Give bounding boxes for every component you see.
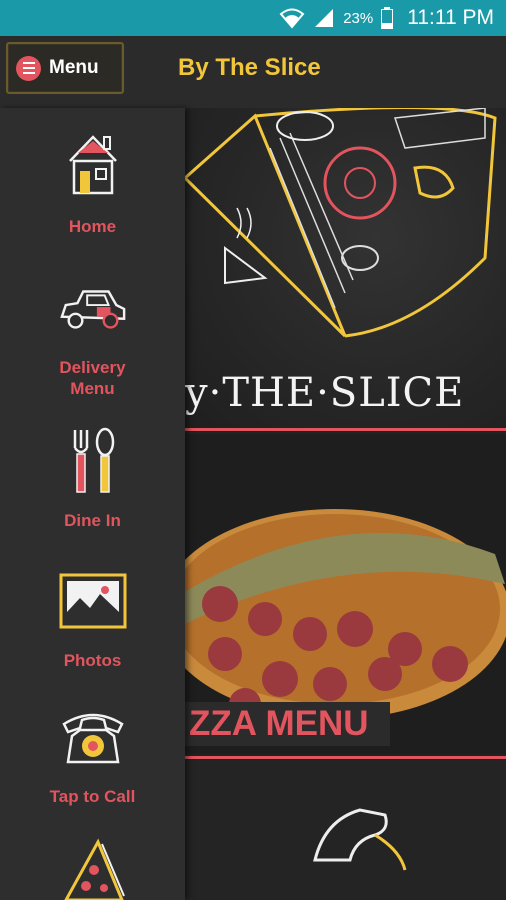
drawer-item-dine-in[interactable]: Dine In (0, 426, 185, 531)
nav-drawer: Home Delivery Menu Dine In Photos Tap to… (0, 108, 185, 900)
fork-spoon-icon (58, 426, 128, 496)
pizza-slice-icon (58, 836, 128, 900)
drawer-item-home[interactable]: Home (0, 130, 185, 237)
drawer-item-delivery-menu[interactable]: Delivery Menu (0, 273, 185, 399)
pizza-menu-label: ZZA MENU (185, 702, 390, 746)
signal-icon (313, 7, 335, 29)
drawer-item-pizza[interactable] (0, 836, 185, 900)
photo-icon (58, 566, 128, 636)
call-section[interactable] (185, 760, 506, 900)
house-icon (58, 130, 128, 200)
car-icon (58, 273, 128, 343)
hamburger-icon (16, 55, 41, 81)
drawer-item-label: Photos (63, 651, 122, 670)
menu-button[interactable]: Menu (6, 42, 124, 94)
drawer-item-label: Tap to Call (49, 787, 136, 806)
phone-sketch-illustration (313, 808, 407, 871)
battery-icon (381, 7, 394, 29)
drawer-item-label: Home (68, 217, 117, 236)
menu-button-label: Menu (49, 57, 99, 78)
hero-logo-text: y·THE·SLICE (185, 370, 465, 416)
drawer-item-label: Delivery Menu (59, 358, 126, 398)
divider (185, 756, 506, 759)
status-bar: 23% 11:11 PM (0, 0, 506, 36)
main-content: y·THE·SLICE ZZA MENU (185, 108, 506, 900)
drawer-item-label: Dine In (64, 511, 121, 530)
app-title: By The Slice (178, 54, 321, 81)
clock: 11:11 PM (407, 6, 494, 29)
app-bar: Menu By The Slice (0, 36, 506, 108)
hero-banner[interactable]: y·THE·SLICE (185, 108, 506, 430)
wifi-icon (279, 7, 305, 29)
drawer-item-photos[interactable]: Photos (0, 566, 185, 671)
battery-percent: 23% (343, 9, 374, 27)
phone-icon (58, 702, 128, 772)
divider (185, 428, 506, 431)
drawer-item-tap-to-call[interactable]: Tap to Call (0, 702, 185, 807)
